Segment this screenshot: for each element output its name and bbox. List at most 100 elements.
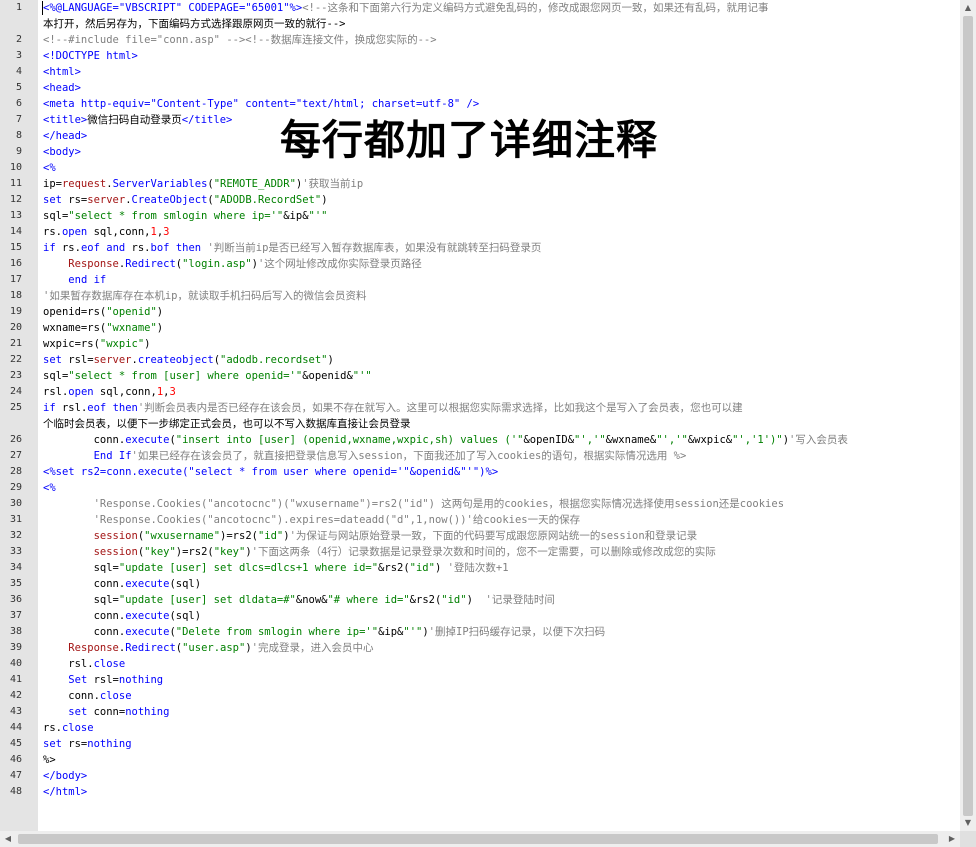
line-number: 41 — [9, 674, 22, 685]
code-text: <!--#include file="conn.asp" --><!--数据库连… — [43, 34, 437, 46]
code-line[interactable]: 34 sql="update [user] set dlcs=dlcs+1 wh… — [0, 560, 960, 576]
code-line[interactable]: 47 </body> — [0, 768, 960, 784]
code-line[interactable]: 33 session("key")=rs2("key")'下面这两条（4行）记录… — [0, 544, 960, 560]
line-number: 2 — [15, 34, 22, 45]
vertical-scroll-thumb[interactable] — [963, 16, 973, 816]
code-line[interactable]: 44 rs.close — [0, 720, 960, 736]
line-number: 45 — [9, 738, 22, 749]
code-line[interactable]: 27 End If'如果已经存在该会员了，就直接把登录信息写入session，下… — [0, 448, 960, 464]
line-number: 36 — [9, 594, 22, 605]
code-line[interactable]: 20 wxname=rs("wxname") — [0, 320, 960, 336]
code-line[interactable]: 42 conn.close — [0, 688, 960, 704]
line-number: 37 — [9, 610, 22, 621]
code-line[interactable]: 14 rs.open sql,conn,1,3 — [0, 224, 960, 240]
scrollbar-corner — [960, 831, 976, 847]
code-text: wxpic=rs("wxpic") — [43, 338, 151, 350]
code-line[interactable]: 39 Response.Redirect("user.asp")'完成登录，进入… — [0, 640, 960, 656]
line-number: 23 — [9, 370, 22, 381]
scroll-right-arrow-icon[interactable]: ▶ — [944, 831, 960, 847]
line-number: 29 — [9, 482, 22, 493]
line-number: 9 — [15, 146, 22, 157]
code-line[interactable]: 26 conn.execute("insert into [user] (ope… — [0, 432, 960, 448]
code-line[interactable]: 11 ip=request.ServerVariables("REMOTE_ADD… — [0, 176, 960, 192]
code-line[interactable]: 4 <html> — [0, 64, 960, 80]
code-line[interactable]: 18 '如果暂存数据库存在本机ip，就读取手机扫码后写入的微信会员资料 — [0, 288, 960, 304]
line-number: 18 — [9, 290, 22, 301]
line-number: 31 — [9, 514, 22, 525]
code-line[interactable]: 22 set rsl=server.createobject("adodb.rec… — [0, 352, 960, 368]
code-line[interactable]: 46 %> — [0, 752, 960, 768]
code-text: <head> — [43, 82, 81, 94]
code-line[interactable]: 23 sql="select * from [user] where openid… — [0, 368, 960, 384]
code-text: <!DOCTYPE html> — [43, 50, 138, 62]
code-text: 个临时会员表，以便下一步绑定正式会员，也可以不写入数据库直接让会员登录 — [43, 418, 411, 430]
line-number: 22 — [9, 354, 22, 365]
line-number: 11 — [9, 178, 22, 189]
line-number: 28 — [9, 466, 22, 477]
code-line[interactable]: 30 'Response.Cookies("ancotocnc")("wxuse… — [0, 496, 960, 512]
code-line[interactable]: 35 conn.execute(sql) — [0, 576, 960, 592]
code-line[interactable]: 6 <meta http-equiv="Content-Type" content… — [0, 96, 960, 112]
code-text: </head> — [43, 130, 88, 142]
code-text: if rs.eof and rs.bof then '判断当前ip是否已经写入暂… — [43, 242, 542, 254]
line-number: 44 — [9, 722, 22, 733]
code-line[interactable]: 28 <%set rs2=conn.execute("select * from … — [0, 464, 960, 480]
code-text: set rs=server.CreateObject("ADODB.Record… — [43, 194, 328, 206]
code-text: 本打开，然后另存为，下面编码方式选择跟原网页一致的就行--> — [43, 18, 346, 30]
code-line[interactable]: 1 <%@LANGUAGE="VBSCRIPT" CODEPAGE="65001"… — [0, 0, 960, 16]
code-text: End If'如果已经存在该会员了，就直接把登录信息写入session，下面我还… — [93, 450, 687, 462]
line-number: 42 — [9, 690, 22, 701]
code-line[interactable]: 40 rsl.close — [0, 656, 960, 672]
code-text: set conn=nothing — [68, 706, 170, 718]
code-text: openid=rs("openid") — [43, 306, 164, 318]
code-text: conn.execute("Delete from smlogin where … — [43, 626, 606, 638]
line-number: 46 — [9, 754, 22, 765]
line-number: 13 — [9, 210, 22, 221]
code-line[interactable]: 19 openid=rs("openid") — [0, 304, 960, 320]
line-number: 25 — [9, 402, 22, 413]
code-line[interactable]: 37 conn.execute(sql) — [0, 608, 960, 624]
code-text: set rsl=server.createobject("adodb.recor… — [43, 354, 334, 366]
code-text: </body> — [43, 770, 88, 782]
line-number: 43 — [9, 706, 22, 717]
code-line[interactable]: 16 Response.Redirect("login.asp")'这个网址修改… — [0, 256, 960, 272]
code-line[interactable]: 31 'Response.Cookies("ancotocnc").expire… — [0, 512, 960, 528]
code-text: </html> — [43, 786, 88, 798]
code-line[interactable]: 38 conn.execute("Delete from smlogin whe… — [0, 624, 960, 640]
code-text: rs.open sql,conn,1,3 — [43, 226, 170, 238]
code-line[interactable]: 36 sql="update [user] set dldata=#"&now&… — [0, 592, 960, 608]
code-line[interactable]: 本打开，然后另存为，下面编码方式选择跟原网页一致的就行--> — [0, 16, 960, 32]
code-text: 'Response.Cookies("ancotocnc").expires=d… — [93, 514, 581, 526]
line-number: 34 — [9, 562, 22, 573]
code-line[interactable]: 13 sql="select * from smlogin where ip='"… — [0, 208, 960, 224]
code-line[interactable]: 45 set rs=nothing — [0, 736, 960, 752]
code-line[interactable]: 24 rsl.open sql,conn,1,3 — [0, 384, 960, 400]
code-line[interactable]: 32 session("wxusername")=rs2("id")'为保证与网… — [0, 528, 960, 544]
code-line[interactable]: 3 <!DOCTYPE html> — [0, 48, 960, 64]
line-number: 38 — [9, 626, 22, 637]
code-line[interactable]: 15 if rs.eof and rs.bof then '判断当前ip是否已经写… — [0, 240, 960, 256]
code-text: conn.execute("insert into [user] (openid… — [43, 434, 848, 446]
line-number: 21 — [9, 338, 22, 349]
code-text: Response.Redirect("login.asp")'这个网址修改成你实… — [68, 258, 422, 270]
code-line[interactable]: 17 end if — [0, 272, 960, 288]
code-line[interactable]: 41 Set rsl=nothing — [0, 672, 960, 688]
horizontal-scroll-thumb[interactable] — [18, 834, 938, 844]
code-line[interactable]: 12 set rs=server.CreateObject("ADODB.Reco… — [0, 192, 960, 208]
code-line[interactable]: 29 <% — [0, 480, 960, 496]
code-line[interactable]: 个临时会员表，以便下一步绑定正式会员，也可以不写入数据库直接让会员登录 — [0, 416, 960, 432]
code-line[interactable]: 25 if rsl.eof then'判断会员表内是否已经存在该会员，如果不存在就… — [0, 400, 960, 416]
code-text: conn.execute(sql) — [43, 578, 202, 590]
code-line[interactable]: 43 set conn=nothing — [0, 704, 960, 720]
code-line[interactable]: 48 </html> — [0, 784, 960, 800]
code-text: <body> — [43, 146, 81, 158]
scroll-up-arrow-icon[interactable]: ▲ — [960, 0, 976, 16]
line-number: 4 — [15, 66, 22, 77]
code-line[interactable]: 2 <!--#include file="conn.asp" --><!--数据库… — [0, 32, 960, 48]
scroll-left-arrow-icon[interactable]: ◀ — [0, 831, 16, 847]
scroll-down-arrow-icon[interactable]: ▼ — [960, 815, 976, 831]
code-line[interactable]: 21 wxpic=rs("wxpic") — [0, 336, 960, 352]
line-number: 5 — [15, 82, 22, 93]
code-line[interactable]: 5 <head> — [0, 80, 960, 96]
line-number: 30 — [9, 498, 22, 509]
